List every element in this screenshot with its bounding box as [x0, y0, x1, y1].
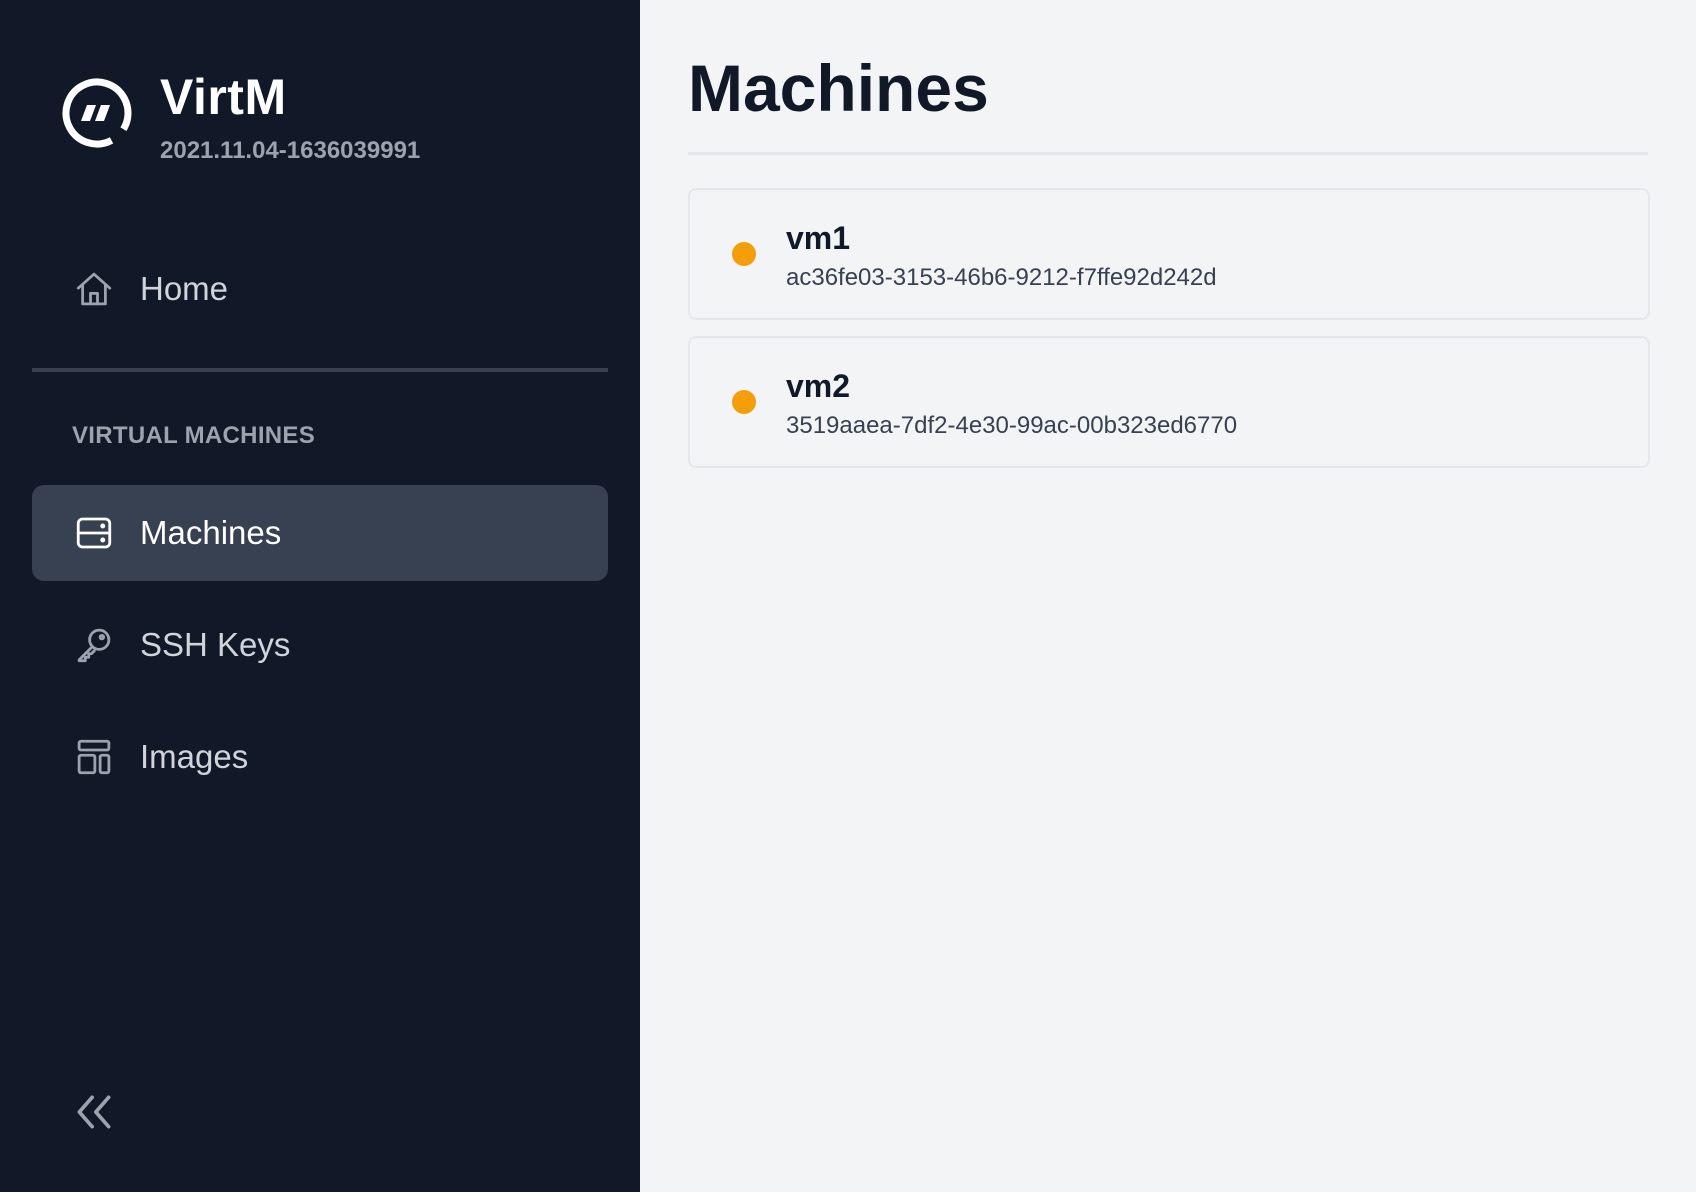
machine-card[interactable]: vm2 3519aaea-7df2-4e30-99ac-00b323ed6770 [688, 336, 1650, 468]
machine-name: vm1 [786, 220, 851, 256]
sidebar-item-label: Images [140, 738, 249, 775]
sidebar-item-ssh-keys[interactable]: SSH Keys [32, 597, 608, 693]
section-title: VIRTUAL MACHINES [72, 422, 316, 449]
sidebar-item-machines[interactable]: Machines [32, 485, 608, 581]
sidebar-item-images[interactable]: Images [32, 709, 608, 805]
machine-name: vm2 [786, 368, 851, 404]
server-icon [72, 511, 116, 555]
sidebar: VirtM 2021.11.04-1636039991 Home VIRTUAL… [0, 0, 640, 1192]
sidebar-item-label: SSH Keys [140, 626, 291, 663]
sidebar-item-label: Home [140, 270, 229, 307]
app-version: 2021.11.04-1636039991 [160, 137, 421, 164]
brand[interactable]: VirtM 2021.11.04-1636039991 [60, 72, 420, 164]
key-icon [72, 623, 116, 667]
home-icon [72, 267, 116, 311]
status-indicator [732, 390, 756, 414]
machine-card[interactable]: vm1 ac36fe03-3153-46b6-9212-f7ffe92d242d [688, 188, 1650, 320]
sidebar-item-home[interactable]: Home [32, 241, 608, 337]
sidebar-divider [32, 368, 608, 372]
app-name: VirtM [160, 69, 287, 125]
page-title: Machines [688, 51, 989, 125]
sidebar-item-label: Machines [140, 514, 282, 551]
template-icon [72, 735, 116, 779]
machine-id: ac36fe03-3153-46b6-9212-f7ffe92d242d [786, 264, 1217, 291]
collapse-sidebar-button[interactable] [72, 1090, 116, 1134]
chevrons-left-icon [77, 1095, 111, 1129]
main-content: Machines vm1 ac36fe03-3153-46b6-9212-f7f… [640, 0, 1696, 1192]
machine-id: 3519aaea-7df2-4e30-99ac-00b323ed6770 [786, 412, 1238, 439]
title-divider [688, 152, 1648, 155]
status-indicator [732, 242, 756, 266]
virtm-logo-icon [62, 78, 132, 148]
